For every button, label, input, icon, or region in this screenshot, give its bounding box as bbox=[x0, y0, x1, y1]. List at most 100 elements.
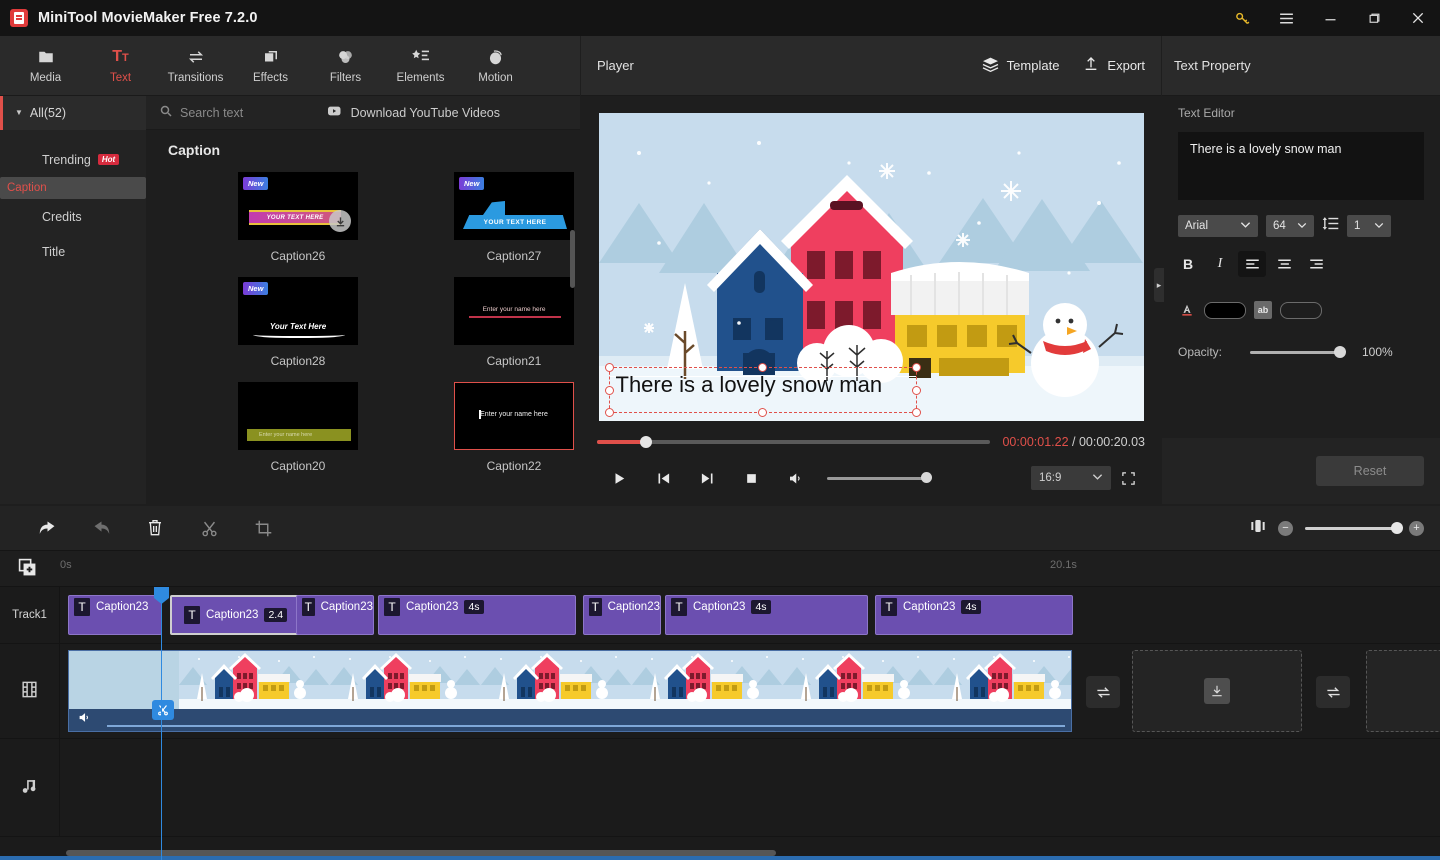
split-marker-icon[interactable] bbox=[152, 700, 174, 720]
highlight-color-swatch[interactable] bbox=[1280, 301, 1322, 319]
volume-slider[interactable] bbox=[827, 472, 932, 483]
line-spacing-dropdown[interactable]: 1 bbox=[1347, 215, 1391, 237]
fit-timeline-icon[interactable] bbox=[1250, 518, 1266, 539]
align-right-button[interactable] bbox=[1302, 251, 1330, 277]
volume-icon[interactable] bbox=[773, 465, 817, 491]
play-icon[interactable] bbox=[597, 465, 641, 491]
text-clip[interactable]: T Caption23 4s bbox=[665, 595, 868, 635]
align-center-button[interactable] bbox=[1270, 251, 1298, 277]
tool-transitions[interactable]: Transitions bbox=[158, 37, 233, 95]
volume-knob[interactable] bbox=[921, 472, 932, 483]
add-track-icon[interactable] bbox=[18, 558, 37, 582]
italic-button[interactable]: I bbox=[1206, 251, 1234, 277]
export-button[interactable]: Export bbox=[1083, 56, 1145, 75]
template-item[interactable]: New YOUR TEXT HERE Caption26 bbox=[208, 172, 388, 263]
category-trending[interactable]: Trending Hot bbox=[0, 142, 146, 177]
key-icon[interactable] bbox=[1220, 0, 1264, 36]
download-icon[interactable] bbox=[329, 210, 351, 232]
swap-button-left[interactable] bbox=[1086, 676, 1120, 708]
tool-filters[interactable]: Filters bbox=[308, 37, 383, 95]
bold-button[interactable]: B bbox=[1174, 251, 1202, 277]
tool-media[interactable]: Media bbox=[8, 37, 83, 95]
template-item[interactable]: Enter your name here Caption22 bbox=[424, 382, 580, 473]
template-item[interactable]: New Your Text Here Caption28 bbox=[208, 277, 388, 368]
text-track-content[interactable]: T Caption23 T Caption23 2.4 T Caption23 … bbox=[60, 587, 1440, 643]
resize-handle-tl[interactable] bbox=[604, 363, 614, 372]
resize-handle-br[interactable] bbox=[911, 408, 921, 417]
timeline-ruler[interactable]: 0s 20.1s bbox=[0, 551, 1440, 587]
template-thumbnail[interactable]: Enter your name here bbox=[238, 382, 358, 450]
seek-knob[interactable] bbox=[640, 436, 653, 448]
close-icon[interactable] bbox=[1396, 0, 1440, 36]
opacity-knob[interactable] bbox=[1334, 345, 1346, 358]
zoom-out-button[interactable]: − bbox=[1278, 520, 1293, 536]
search-input[interactable]: Search text bbox=[146, 105, 243, 120]
all-filter-dropdown[interactable]: ▼ All(52) bbox=[0, 95, 146, 130]
minimize-icon[interactable] bbox=[1308, 0, 1352, 36]
resize-handle-ml[interactable] bbox=[604, 385, 614, 395]
swap-button-right[interactable] bbox=[1316, 676, 1350, 708]
caption-selection-box[interactable]: There is a lovely snow man bbox=[604, 363, 921, 417]
library-scrollbar[interactable] bbox=[570, 230, 575, 288]
panel-collapse-icon[interactable]: ▸ bbox=[1154, 268, 1164, 302]
resize-handle-tr[interactable] bbox=[911, 363, 921, 372]
tool-text[interactable]: TT Text bbox=[83, 37, 158, 95]
delete-icon[interactable] bbox=[128, 510, 182, 546]
tool-elements[interactable]: Elements bbox=[383, 37, 458, 95]
volume-icon[interactable] bbox=[77, 711, 92, 729]
video-track-content[interactable] bbox=[60, 644, 1440, 738]
category-credits[interactable]: Credits bbox=[0, 199, 146, 234]
template-button[interactable]: Template bbox=[982, 57, 1059, 75]
reset-button[interactable]: Reset bbox=[1316, 456, 1424, 486]
text-clip[interactable]: T Caption23 4s bbox=[875, 595, 1073, 635]
align-left-button[interactable] bbox=[1238, 251, 1266, 277]
split-icon[interactable] bbox=[182, 510, 236, 546]
template-thumbnail[interactable]: New Your Text Here bbox=[238, 277, 358, 345]
next-frame-icon[interactable] bbox=[685, 465, 729, 491]
aspect-ratio-dropdown[interactable]: 16:9 bbox=[1031, 466, 1111, 490]
audio-track-content[interactable] bbox=[60, 739, 1440, 836]
video-clip[interactable] bbox=[68, 650, 1072, 732]
text-editor-field[interactable]: There is a lovely snow man bbox=[1178, 132, 1424, 200]
hamburger-icon[interactable] bbox=[1264, 0, 1308, 36]
template-thumbnail[interactable]: New YOUR TEXT HERE bbox=[454, 172, 574, 240]
text-clip[interactable]: T Caption23 bbox=[583, 595, 661, 635]
timeline-zoom-slider[interactable] bbox=[1305, 521, 1403, 534]
template-item[interactable]: Enter your name here Caption21 bbox=[424, 277, 580, 368]
opacity-slider[interactable] bbox=[1250, 345, 1346, 358]
text-color-swatch[interactable] bbox=[1204, 301, 1246, 319]
zoom-in-button[interactable]: + bbox=[1409, 520, 1424, 536]
video-preview[interactable]: There is a lovely snow man bbox=[598, 113, 1144, 421]
tool-motion[interactable]: Motion bbox=[458, 37, 533, 95]
tool-effects[interactable]: Effects bbox=[233, 37, 308, 95]
text-clip[interactable]: T Caption23 4s bbox=[378, 595, 576, 635]
template-thumbnail[interactable]: New YOUR TEXT HERE bbox=[238, 172, 358, 240]
playhead[interactable] bbox=[161, 587, 162, 860]
media-dropzone-2[interactable] bbox=[1366, 650, 1440, 732]
template-item[interactable]: Enter your name here Caption20 bbox=[208, 382, 388, 473]
download-youtube-button[interactable]: Download YouTube Videos bbox=[327, 105, 500, 120]
template-thumbnail[interactable]: Enter your name here bbox=[454, 382, 574, 450]
maximize-icon[interactable] bbox=[1352, 0, 1396, 36]
template-item[interactable]: New YOUR TEXT HERE Caption27 bbox=[424, 172, 580, 263]
redo-icon[interactable] bbox=[74, 510, 128, 546]
resize-handle-mr[interactable] bbox=[911, 385, 921, 395]
seek-bar[interactable] bbox=[597, 436, 991, 448]
resize-handle-bl[interactable] bbox=[604, 408, 614, 417]
timeline-zoom-knob[interactable] bbox=[1391, 521, 1403, 534]
category-title[interactable]: Title bbox=[0, 234, 146, 269]
template-thumbnail[interactable]: Enter your name here bbox=[454, 277, 574, 345]
prev-frame-icon[interactable] bbox=[641, 465, 685, 491]
font-size-dropdown[interactable]: 64 bbox=[1266, 215, 1314, 237]
font-family-dropdown[interactable]: Arial bbox=[1178, 215, 1258, 237]
crop-icon[interactable] bbox=[236, 510, 290, 546]
text-clip[interactable]: T Caption23 bbox=[296, 595, 374, 635]
text-clip[interactable]: T Caption23 bbox=[68, 595, 162, 635]
media-dropzone[interactable] bbox=[1132, 650, 1302, 732]
stop-icon[interactable] bbox=[729, 465, 773, 491]
resize-handle-bc[interactable] bbox=[758, 408, 767, 417]
fullscreen-icon[interactable] bbox=[1111, 466, 1145, 490]
category-caption[interactable]: Caption bbox=[0, 177, 146, 199]
undo-icon[interactable] bbox=[20, 510, 74, 546]
resize-handle-tc[interactable] bbox=[758, 363, 767, 372]
